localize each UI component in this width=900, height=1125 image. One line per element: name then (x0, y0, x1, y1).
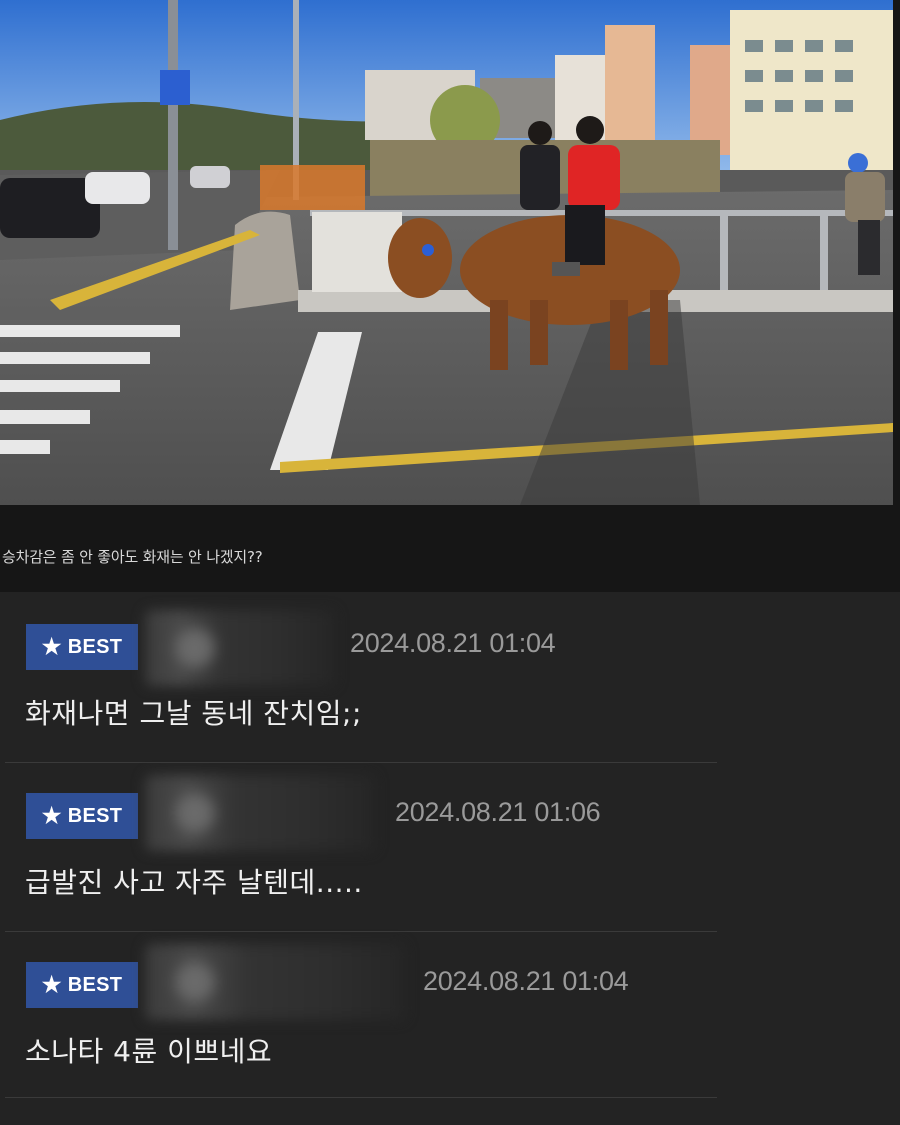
star-icon: ★ (41, 803, 62, 828)
comment-text: 소나타 4륜 이쁘네요 (25, 1035, 273, 1068)
comment-item: ★ BEST 2024.08.21 01:06 급발진 사고 자주 날텐데...… (5, 763, 717, 932)
blurred-username (145, 610, 335, 686)
star-icon: ★ (41, 972, 62, 997)
post-photo (0, 0, 893, 505)
best-badge-label: BEST (67, 804, 123, 827)
best-badge: ★ BEST (26, 962, 138, 1008)
post-caption: 승차감은 좀 안 좋아도 화재는 안 나겠지?? (2, 548, 263, 566)
street-scene-image (0, 0, 893, 505)
best-badge-label: BEST (67, 635, 123, 658)
best-badge: ★ BEST (26, 793, 138, 839)
comment-text: 화재나면 그날 동네 잔치임;; (25, 697, 362, 730)
best-badge-label: BEST (67, 973, 123, 996)
comment-text: 급발진 사고 자주 날텐데..... (25, 866, 363, 899)
best-badge: ★ BEST (26, 624, 138, 670)
blurred-username (145, 944, 405, 1020)
blurred-username (145, 775, 375, 851)
star-icon: ★ (41, 634, 62, 659)
comment-item: ★ BEST 2024.08.21 01:04 화재나면 그날 동네 잔치임;; (5, 592, 717, 763)
comment-date: 2024.08.21 01:06 (395, 797, 601, 827)
comment-item: ★ BEST 2024.08.21 01:04 소나타 4륜 이쁘네요 (5, 932, 717, 1098)
comment-date: 2024.08.21 01:04 (350, 628, 556, 658)
best-comments-list: ★ BEST 2024.08.21 01:04 화재나면 그날 동네 잔치임;;… (0, 592, 900, 1125)
comment-date: 2024.08.21 01:04 (423, 966, 629, 996)
